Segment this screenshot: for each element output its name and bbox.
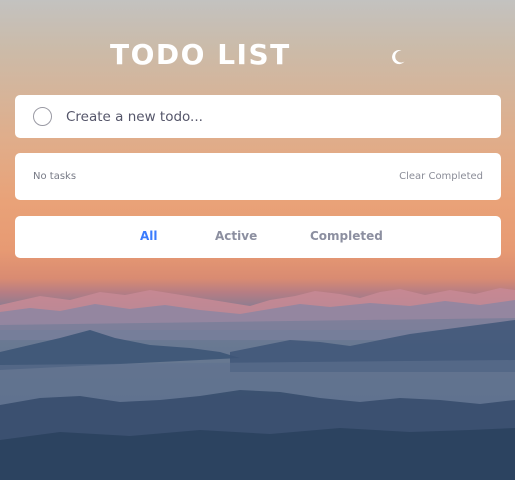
- filter-bar: All Active Completed: [15, 216, 501, 258]
- new-todo-input[interactable]: [66, 108, 446, 125]
- empty-list-text: No tasks: [33, 171, 77, 182]
- filter-all-button[interactable]: All: [140, 229, 158, 243]
- app-background: TODO LIST No tasks Clear Completed All A…: [0, 0, 515, 480]
- circle-checkbox-icon[interactable]: [33, 107, 52, 126]
- foreground: [0, 428, 515, 480]
- new-todo-bar: [15, 95, 501, 138]
- header: TODO LIST: [15, 38, 501, 74]
- filter-active-button[interactable]: Active: [215, 229, 257, 243]
- theme-toggle-button[interactable]: [387, 46, 409, 68]
- moon-icon: [392, 50, 405, 65]
- filter-completed-button[interactable]: Completed: [310, 229, 383, 243]
- page-title: TODO LIST: [110, 38, 291, 71]
- todo-list-card: No tasks Clear Completed: [15, 153, 501, 200]
- clear-completed-button[interactable]: Clear Completed: [399, 171, 483, 182]
